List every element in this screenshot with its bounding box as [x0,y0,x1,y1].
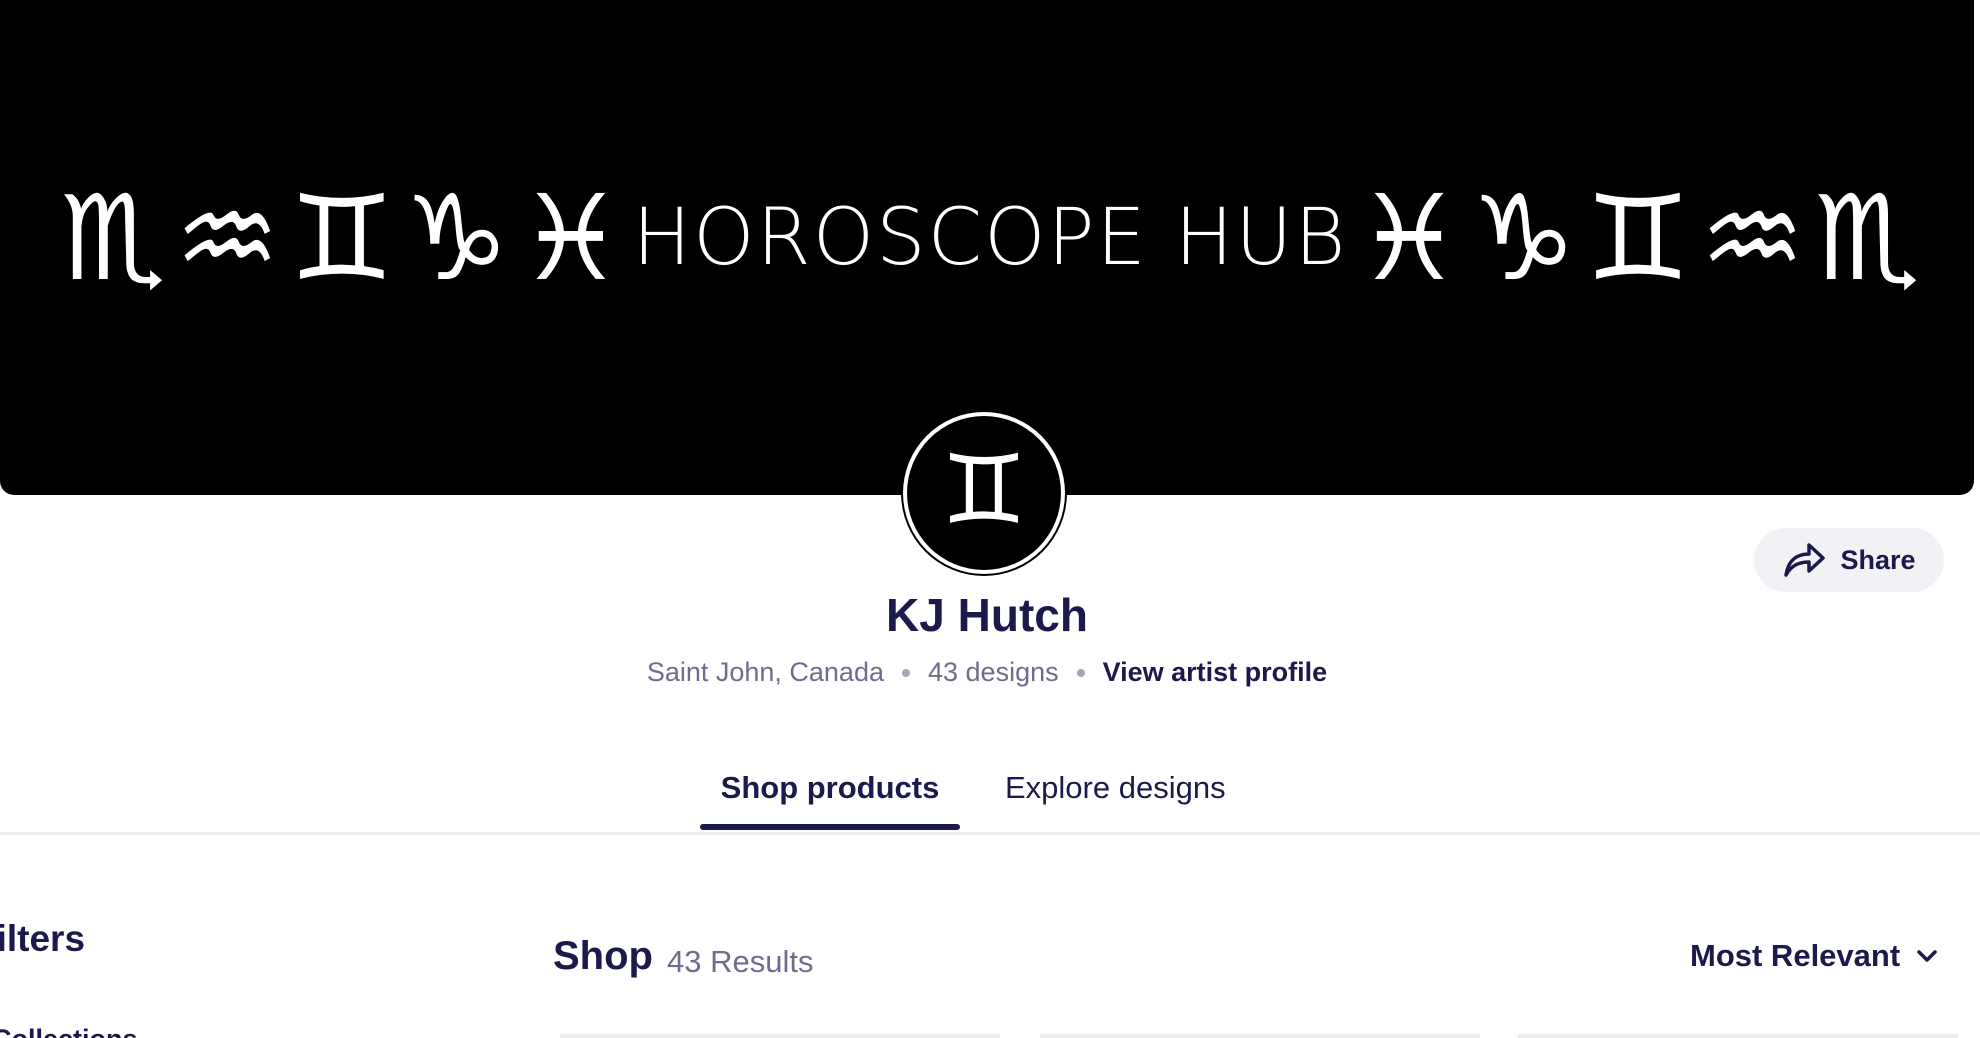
share-button[interactable]: Share [1754,528,1944,592]
share-label: Share [1840,544,1916,575]
pisces-icon: ♓ [518,168,624,307]
sort-dropdown[interactable]: Most Relevant [1690,938,1938,974]
aquarius-icon: ♒ [174,168,281,307]
shop-tabs: Shop products Explore designs [0,760,1980,835]
filters-heading: Filters [0,918,86,959]
designs-count: 43 designs [928,657,1059,687]
results-count: 43 Results [667,944,814,979]
chevron-down-icon [1917,950,1937,962]
tab-explore-designs[interactable]: Explore designs [1005,770,1226,806]
banner-content: ♏ ♒ ♊ ♑ ♓ HOROSCOPE HUB ♓ ♑ ♊ ♒ ♏ [60,175,1920,300]
sort-label: Most Relevant [1690,938,1901,973]
product-card[interactable] [1518,1034,1958,1038]
scorpio-icon: ♏ [1814,168,1920,307]
gemini-icon: ♊ [1585,168,1691,307]
capricorn-icon: ♑ [403,168,510,307]
view-artist-profile-link[interactable]: View artist profile [1103,657,1328,688]
share-arrow-icon [1784,543,1826,577]
tab-shop-products[interactable]: Shop products [700,770,960,806]
banner-title: HOROSCOPE HUB [632,192,1348,283]
artist-name: KJ Hutch [886,589,1088,641]
filter-section-collections[interactable]: Collections [0,1024,138,1038]
capricorn-icon: ♑ [1470,168,1577,307]
shop-heading: Shop [553,934,653,978]
artist-location: Saint John, Canada [646,657,884,687]
gemini-icon: ♊ [940,434,1028,546]
scorpio-icon: ♏ [60,168,166,307]
artist-avatar[interactable]: ♊ [907,416,1061,570]
product-card[interactable] [1040,1034,1480,1038]
gemini-icon: ♊ [289,168,395,307]
artist-meta: Saint John, Canada 43 designs View artis… [0,657,1974,688]
product-card[interactable] [560,1034,1000,1038]
active-tab-indicator [700,824,960,830]
aquarius-icon: ♒ [1699,168,1806,307]
separator-dot [1076,668,1085,677]
artist-shop-page: ♏ ♒ ♊ ♑ ♓ HOROSCOPE HUB ♓ ♑ ♊ ♒ ♏ ♊ Shar… [0,0,1980,1038]
pisces-icon: ♓ [1356,168,1462,307]
separator-dot [902,668,910,677]
